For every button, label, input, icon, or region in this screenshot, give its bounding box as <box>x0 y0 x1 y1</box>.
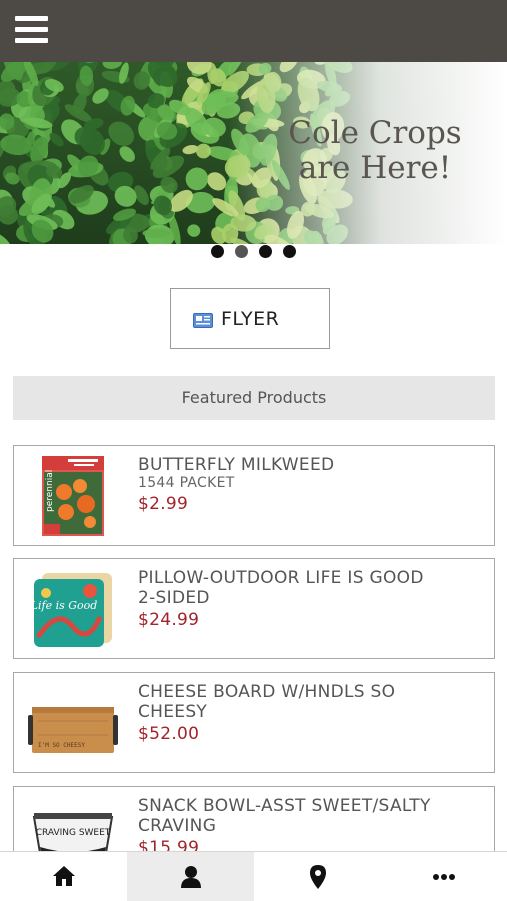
flyer-button[interactable]: FLYER <box>170 288 330 349</box>
nav-tab-more[interactable] <box>381 852 507 901</box>
user-icon <box>180 866 201 888</box>
product-name: PILLOW-OUTDOOR LIFE IS GOOD 2-SIDED <box>138 568 424 608</box>
featured-products-header: Featured Products <box>13 376 495 420</box>
packet-label: perennial <box>45 470 55 512</box>
product-name: SNACK BOWL-ASST SWEET/SALTY CRAVING <box>138 796 431 836</box>
newspaper-icon <box>193 313 213 328</box>
product-price: $52.00 <box>138 724 200 744</box>
product-image-cheese-board: I'M SO CHEESY <box>28 707 118 753</box>
hamburger-menu-icon[interactable] <box>15 16 48 46</box>
product-card[interactable]: perennial BUTTERFLY MILKWEED 1544 PACKET… <box>13 445 495 546</box>
map-pin-icon <box>309 865 326 889</box>
more-icon <box>433 874 455 880</box>
carousel-dot-4[interactable] <box>283 245 296 258</box>
product-name: BUTTERFLY MILKWEED <box>138 455 335 475</box>
carousel-dot-3[interactable] <box>259 245 272 258</box>
pillow-label: Life is Good <box>30 599 98 612</box>
home-icon <box>52 866 75 886</box>
product-name: CHEESE BOARD W/HNDLS SO CHEESY <box>138 682 396 722</box>
hero-headline-line1: Cole Crops <box>288 115 462 151</box>
product-card[interactable]: I'M SO CHEESY CHEESE BOARD W/HNDLS SO CH… <box>13 672 495 773</box>
nav-tab-locations[interactable] <box>254 852 381 901</box>
product-subtitle: 1544 PACKET <box>138 475 235 491</box>
carousel-indicators <box>0 244 507 260</box>
product-info: PILLOW-OUTDOOR LIFE IS GOOD 2-SIDED $24.… <box>138 568 438 632</box>
top-bar <box>0 0 507 62</box>
bottom-nav <box>0 851 507 901</box>
flyer-label: FLYER <box>221 308 280 330</box>
hero-headline: Cole Crops are Here! <box>275 116 475 186</box>
product-info: CHEESE BOARD W/HNDLS SO CHEESY $52.00 <box>138 682 438 746</box>
product-price: $2.99 <box>138 494 189 514</box>
nav-tab-account[interactable] <box>127 852 254 901</box>
featured-products-title: Featured Products <box>181 388 327 407</box>
product-info: BUTTERFLY MILKWEED 1544 PACKET $2.99 <box>138 455 438 516</box>
carousel-dot-2[interactable] <box>235 245 248 258</box>
board-label: I'M SO CHEESY <box>38 742 85 749</box>
product-price: $24.99 <box>138 610 200 630</box>
product-card[interactable]: Life is Good PILLOW-OUTDOOR LIFE IS GOOD… <box>13 558 495 659</box>
hero-headline-line2: are Here! <box>298 150 452 186</box>
product-image-pillow: Life is Good <box>30 573 112 647</box>
carousel-dot-1[interactable] <box>211 245 224 258</box>
bowl-label: CRAVING SWEET <box>36 828 111 838</box>
nav-tab-home[interactable] <box>0 852 127 901</box>
hero-banner[interactable]: Cole Crops are Here! <box>0 62 507 244</box>
product-image-seed-packet: perennial <box>42 456 104 536</box>
